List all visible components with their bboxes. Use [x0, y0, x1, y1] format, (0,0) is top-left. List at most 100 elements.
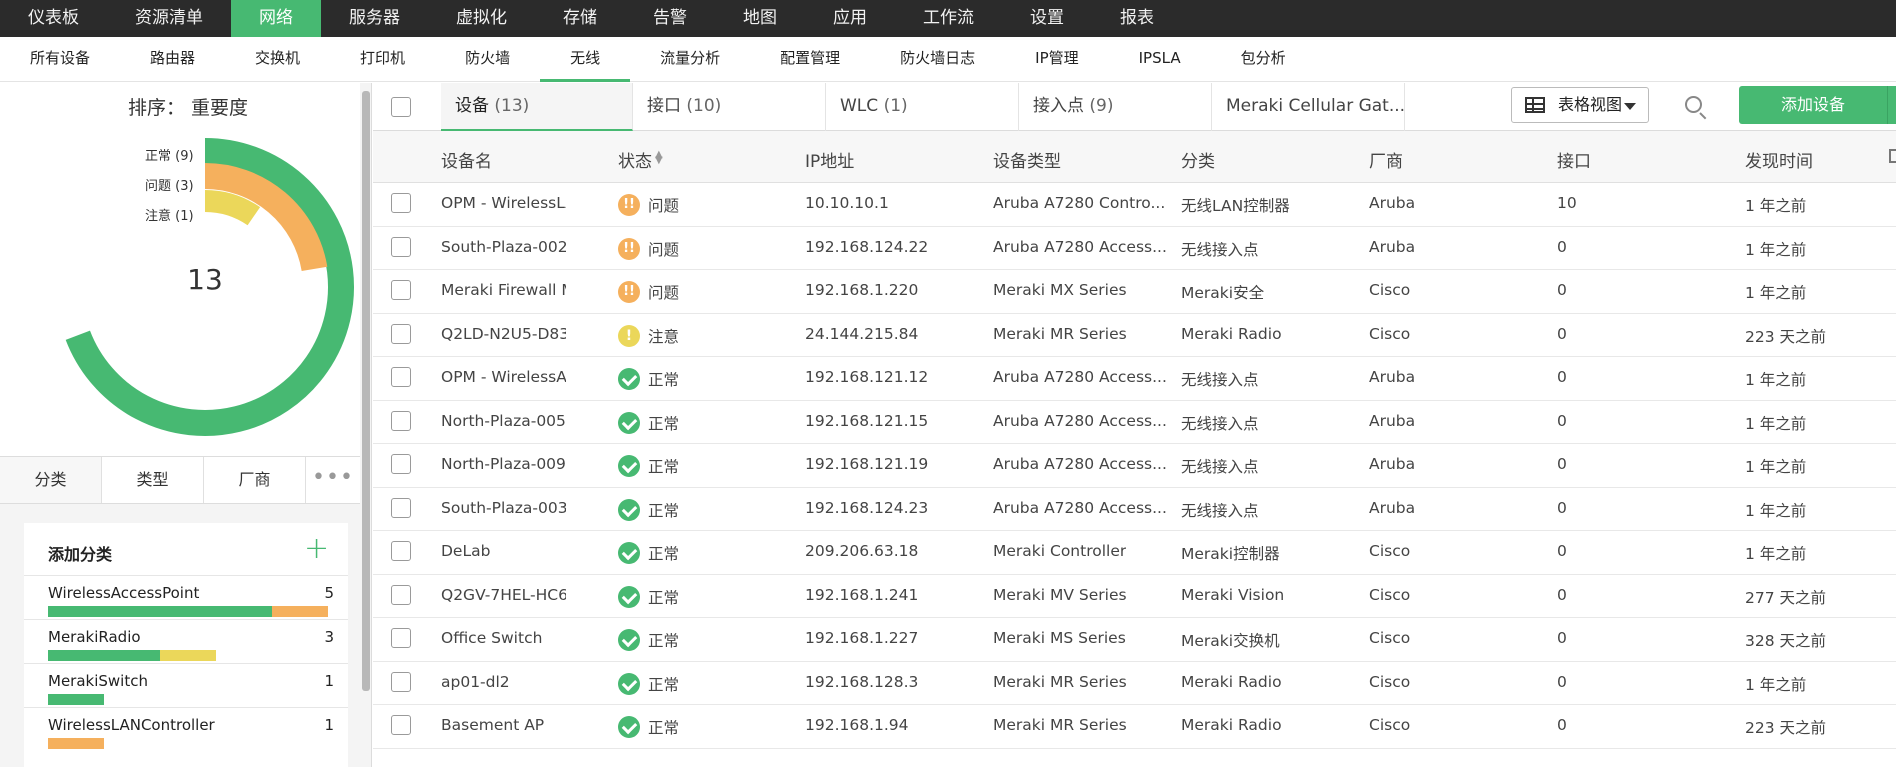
- row-checkbox[interactable]: [391, 193, 411, 213]
- sort-label[interactable]: 排序： 重要度: [128, 93, 248, 120]
- topnav-item-settings[interactable]: 设置: [1002, 0, 1092, 37]
- table-row[interactable]: South-Plaza-003 192.168.124.23 Aruba A7280…: [373, 487, 1896, 531]
- table-row[interactable]: Meraki Firewall MX 192.168.1.220 Meraki MX…: [373, 270, 1896, 314]
- column-vendor[interactable]: 厂商: [1369, 147, 1403, 172]
- tab-interfaces[interactable]: 接口 (10): [633, 83, 826, 131]
- cell-device-name[interactable]: South-Plaza-003: [441, 499, 566, 517]
- topnav-item-alarms[interactable]: 告警: [625, 0, 715, 37]
- cell-device-name[interactable]: Q2LD-N2U5-D83H: [441, 325, 566, 343]
- left-panel-scrollbar[interactable]: [362, 91, 370, 691]
- tab-meraki-cellular[interactable]: Meraki Cellular Gat...: [1212, 83, 1405, 131]
- subnav-item-packet-analysis[interactable]: 包分析: [1211, 37, 1316, 82]
- topnav-item-dashboard[interactable]: 仪表板: [0, 0, 107, 37]
- row-checkbox[interactable]: [391, 541, 411, 561]
- cell-device-name[interactable]: Office Switch: [441, 629, 542, 647]
- topnav-item-storage[interactable]: 存储: [535, 0, 625, 37]
- category-row[interactable]: MerakiSwitch 1: [24, 663, 348, 707]
- topnav-item-maps[interactable]: 地图: [715, 0, 805, 37]
- cell-device-name[interactable]: OPM - WirelessAcc...: [441, 368, 566, 386]
- cell-device-name[interactable]: OPM - WirelessLA...: [441, 194, 566, 212]
- table-row[interactable]: Office Switch 192.168.1.227 Meraki MS Seri…: [373, 618, 1896, 662]
- subnav-item-firewall-logs[interactable]: 防火墙日志: [870, 37, 1005, 82]
- add-device-button[interactable]: 添加设备: [1739, 86, 1896, 124]
- cell-device-name[interactable]: ap01-dl2: [441, 673, 510, 691]
- column-category[interactable]: 分类: [1181, 147, 1215, 172]
- topnav-item-apps[interactable]: 应用: [805, 0, 895, 37]
- column-ip-address[interactable]: IP地址: [805, 147, 854, 172]
- tab-devices[interactable]: 设备 (13): [441, 83, 633, 131]
- cell-device-name[interactable]: North-Plaza-009: [441, 455, 566, 473]
- topnav-item-servers[interactable]: 服务器: [321, 0, 428, 37]
- status-issue-icon: !!: [618, 237, 640, 260]
- subnav-item-traffic[interactable]: 流量分析: [630, 37, 750, 82]
- topnav-item-reports[interactable]: 报表: [1092, 0, 1182, 37]
- add-icon[interactable]: +: [304, 531, 329, 566]
- subnav-item-wireless[interactable]: 无线: [540, 37, 631, 82]
- topnav-item-network[interactable]: 网络: [231, 0, 321, 37]
- row-checkbox[interactable]: [391, 628, 411, 648]
- table-view-dropdown[interactable]: 表格视图: [1511, 87, 1649, 123]
- cell-device-name[interactable]: Meraki Firewall MX: [441, 281, 566, 299]
- tab-access-points[interactable]: 接入点 (9): [1019, 83, 1212, 131]
- column-settings-icon[interactable]: [1889, 149, 1896, 163]
- column-discovered[interactable]: 发现时间: [1745, 147, 1813, 172]
- row-checkbox[interactable]: [391, 236, 411, 257]
- tab-wlc[interactable]: WLC (1): [826, 83, 1019, 131]
- table-row[interactable]: Q2GV-7HEL-HC6C 192.168.1.241 Meraki MV Ser…: [373, 574, 1896, 618]
- row-checkbox[interactable]: [391, 671, 411, 692]
- cell-device-name[interactable]: Basement AP: [441, 716, 544, 734]
- subnav-item-switches[interactable]: 交换机: [225, 37, 330, 82]
- table-row[interactable]: OPM - WirelessLA... 10.10.10.1 Aruba A7280…: [373, 183, 1896, 227]
- cell-device-name[interactable]: DeLab: [441, 542, 490, 560]
- tab-devices-count: (13): [494, 96, 530, 116]
- table-row[interactable]: South-Plaza-002 192.168.124.22 Aruba A7280…: [373, 226, 1896, 270]
- cell-device-type: Meraki MR Series: [993, 324, 1127, 343]
- topnav-item-virtualization[interactable]: 虚拟化: [428, 0, 535, 37]
- subnav-item-printers[interactable]: 打印机: [330, 37, 435, 82]
- category-severity-bar: [48, 694, 104, 705]
- row-checkbox[interactable]: [391, 584, 411, 605]
- table-row[interactable]: DeLab 209.206.63.18 Meraki Controller Merak…: [373, 531, 1896, 575]
- table-row[interactable]: OPM - WirelessAcc... 192.168.121.12 Aruba …: [373, 357, 1896, 401]
- cell-device-name[interactable]: Q2GV-7HEL-HC6C: [441, 586, 566, 604]
- row-checkbox[interactable]: [391, 280, 411, 300]
- cell-status: 正常: [648, 632, 680, 650]
- row-checkbox[interactable]: [391, 454, 411, 474]
- donut-arc-warn[interactable]: [204, 190, 261, 226]
- subnav-item-ip-management[interactable]: IP管理: [1005, 37, 1108, 82]
- row-checkbox[interactable]: [391, 323, 411, 344]
- tab-category[interactable]: 分类: [0, 457, 102, 503]
- more-icon[interactable]: •••: [306, 457, 360, 503]
- subnav-item-ipsla[interactable]: IPSLA: [1109, 37, 1211, 82]
- table-row[interactable]: ap01-dl2 192.168.128.3 Meraki MR Series Mer…: [373, 661, 1896, 705]
- select-all-checkbox[interactable]: [391, 97, 411, 117]
- subnav-item-firewalls[interactable]: 防火墙: [435, 37, 540, 82]
- column-status[interactable]: 状态 ▲ ▼: [618, 147, 663, 173]
- row-checkbox[interactable]: [391, 715, 411, 735]
- table-row[interactable]: North-Plaza-005 192.168.121.15 Aruba A7280…: [373, 400, 1896, 444]
- table-row[interactable]: Q2LD-N2U5-D83H 24.144.215.84 Meraki MR Ser…: [373, 313, 1896, 357]
- tab-vendor[interactable]: 厂商: [204, 457, 306, 503]
- column-device-type[interactable]: 设备类型: [993, 147, 1061, 172]
- tab-type[interactable]: 类型: [102, 457, 204, 503]
- topnav-item-inventory[interactable]: 资源清单: [107, 0, 231, 37]
- table-row[interactable]: North-Plaza-009 192.168.121.19 Aruba A7280…: [373, 444, 1896, 488]
- row-checkbox[interactable]: [391, 497, 411, 518]
- cell-device-name[interactable]: South-Plaza-002: [441, 238, 566, 256]
- category-row[interactable]: MerakiRadio 3: [24, 619, 348, 663]
- category-row[interactable]: WirelessAccessPoint 5: [24, 575, 348, 619]
- column-interfaces[interactable]: 接口: [1557, 147, 1591, 172]
- row-checkbox[interactable]: [391, 367, 411, 387]
- subnav-item-all-devices[interactable]: 所有设备: [0, 37, 120, 82]
- subnav-item-config[interactable]: 配置管理: [750, 37, 870, 82]
- category-row[interactable]: WirelessLANController 1: [24, 707, 348, 751]
- table-row[interactable]: Basement AP 192.168.1.94 Meraki MR Series M…: [373, 705, 1896, 749]
- column-device-name[interactable]: 设备名: [441, 147, 492, 172]
- row-checkbox[interactable]: [391, 410, 411, 431]
- cell-device-name[interactable]: North-Plaza-005: [441, 412, 566, 430]
- topnav-item-workflow[interactable]: 工作流: [895, 0, 1002, 37]
- subnav-item-routers[interactable]: 路由器: [120, 37, 225, 82]
- search-icon[interactable]: [1685, 96, 1702, 113]
- cell-vendor: Cisco: [1369, 672, 1411, 691]
- category-severity-bar: [48, 606, 328, 617]
